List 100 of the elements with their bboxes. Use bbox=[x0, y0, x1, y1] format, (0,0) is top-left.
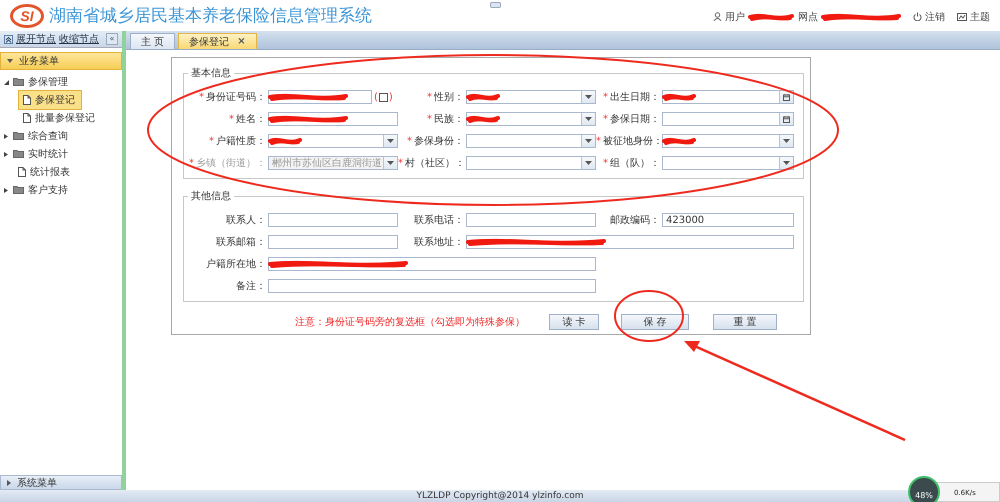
menu-label: 系统菜单 bbox=[17, 476, 57, 490]
required-mark: * bbox=[398, 158, 403, 169]
input-field[interactable]: 423000 bbox=[662, 213, 794, 227]
close-icon[interactable]: × bbox=[237, 36, 246, 47]
input-field[interactable] bbox=[268, 213, 398, 227]
user-icon bbox=[713, 12, 722, 21]
action-button[interactable]: 重 置 bbox=[713, 314, 777, 330]
field-label: 出生日期： bbox=[610, 92, 660, 103]
menu-section-header[interactable]: 业务菜单 bbox=[0, 52, 122, 70]
menu-item[interactable]: 统计报表 bbox=[13, 163, 76, 181]
menu-folder[interactable]: 客户支持 bbox=[28, 183, 68, 197]
collapse-handle[interactable] bbox=[490, 2, 501, 8]
field-label: 户籍所在地： bbox=[206, 259, 266, 270]
menu-folder[interactable]: 参保管理 bbox=[28, 75, 68, 89]
dropdown-arrow-icon[interactable] bbox=[783, 161, 790, 165]
collapse-button[interactable]: « bbox=[106, 33, 118, 45]
bracket-text: ) bbox=[388, 92, 393, 102]
dropdown-field[interactable] bbox=[662, 134, 794, 148]
site-label: 网点 bbox=[798, 10, 818, 24]
field-label: 参保日期： bbox=[610, 114, 660, 125]
date-field[interactable] bbox=[662, 112, 794, 126]
folder-icon bbox=[13, 185, 24, 195]
folder-icon bbox=[13, 149, 24, 159]
input-field[interactable] bbox=[268, 257, 596, 271]
dropdown-field[interactable] bbox=[466, 156, 596, 170]
action-button[interactable]: 读 卡 bbox=[549, 314, 599, 330]
collapsed-caret-icon[interactable] bbox=[4, 134, 9, 138]
tab[interactable]: 参保登记 × bbox=[178, 33, 257, 49]
caret-icon bbox=[7, 480, 11, 486]
folder-icon bbox=[13, 131, 24, 141]
field-label: 性别： bbox=[434, 92, 464, 103]
field-label: 邮政编码： bbox=[610, 215, 660, 226]
required-mark: * bbox=[603, 158, 608, 169]
user-label: 用户 bbox=[725, 10, 745, 24]
expanded-caret-icon[interactable] bbox=[4, 80, 9, 84]
dropdown-arrow-icon[interactable] bbox=[585, 95, 592, 99]
image-icon bbox=[957, 12, 967, 20]
dropdown-field[interactable] bbox=[466, 134, 596, 148]
page-icon bbox=[18, 167, 26, 177]
required-mark: * bbox=[603, 114, 608, 125]
required-mark: * bbox=[209, 136, 214, 147]
field-label: 联系邮箱： bbox=[216, 237, 266, 248]
menu-folder[interactable]: 实时统计 bbox=[28, 147, 68, 161]
action-button[interactable]: 保 存 bbox=[621, 314, 689, 330]
sidebar-link[interactable]: 收缩节点 bbox=[59, 32, 99, 46]
sidebar-link[interactable]: 展开节点 bbox=[16, 32, 56, 46]
input-field[interactable] bbox=[466, 235, 794, 249]
input-field[interactable] bbox=[268, 90, 372, 104]
collapsed-caret-icon[interactable] bbox=[4, 188, 9, 192]
menu-item[interactable]: 参保登记 bbox=[18, 90, 82, 110]
calendar-icon[interactable] bbox=[783, 94, 790, 100]
section-title: 其他信息 bbox=[190, 190, 232, 203]
app-title: 湖南省城乡居民基本养老保险信息管理系统 bbox=[49, 5, 372, 27]
menu-folder[interactable]: 综合查询 bbox=[28, 129, 68, 143]
dropdown-arrow-icon[interactable] bbox=[585, 161, 592, 165]
collapsed-caret-icon[interactable] bbox=[4, 152, 9, 156]
logo: SI bbox=[10, 4, 44, 28]
field-label: 被征地身份： bbox=[603, 136, 663, 147]
calendar-icon[interactable] bbox=[783, 116, 790, 122]
notice-text: 注意：身份证号码旁的复选框（勾选即为特殊参保） bbox=[295, 316, 525, 329]
input-field[interactable] bbox=[466, 213, 596, 227]
date-field[interactable] bbox=[662, 90, 794, 104]
checkbox[interactable] bbox=[378, 92, 388, 102]
field-label: 联系人： bbox=[226, 215, 266, 226]
field-label: 参保身份： bbox=[414, 136, 464, 147]
input-field[interactable] bbox=[268, 235, 398, 249]
required-mark: * bbox=[596, 136, 601, 147]
system-menu-bar[interactable]: 系统菜单 bbox=[0, 475, 122, 490]
required-mark: * bbox=[189, 158, 194, 169]
bracket-text: ( bbox=[374, 92, 378, 102]
annotation-ellipse bbox=[614, 290, 684, 342]
dropdown-arrow-icon[interactable] bbox=[585, 117, 592, 121]
dropdown-arrow-icon[interactable] bbox=[783, 139, 790, 143]
tab[interactable]: 主 页 bbox=[130, 33, 176, 49]
dropdown-arrow-icon[interactable] bbox=[585, 139, 592, 143]
page-icon bbox=[23, 113, 31, 123]
theme-link[interactable]: 主题 bbox=[970, 10, 990, 24]
page-icon bbox=[23, 95, 31, 105]
field-label: 乡镇（街道）： bbox=[196, 158, 266, 169]
required-mark: * bbox=[603, 92, 608, 103]
field-label: 姓名： bbox=[236, 114, 266, 125]
field-label: 备注： bbox=[236, 281, 266, 292]
input-field[interactable] bbox=[268, 279, 596, 293]
required-mark: * bbox=[427, 114, 432, 125]
dropdown-arrow-icon[interactable] bbox=[387, 139, 394, 143]
required-mark: * bbox=[199, 92, 204, 103]
menu-item[interactable]: 批量参保登记 bbox=[18, 109, 101, 127]
dropdown-field[interactable] bbox=[268, 134, 398, 148]
logout-link[interactable]: 注销 bbox=[925, 10, 945, 24]
field-label: 联系电话： bbox=[414, 215, 464, 226]
dropdown-field[interactable] bbox=[662, 156, 794, 170]
field-label: 身份证号码： bbox=[206, 92, 266, 103]
field-label: 组（队）： bbox=[610, 158, 660, 169]
required-mark: * bbox=[229, 114, 234, 125]
power-icon bbox=[913, 12, 922, 21]
input-field[interactable] bbox=[268, 112, 398, 126]
field-label: 户籍性质： bbox=[216, 136, 266, 147]
field-label: 联系地址： bbox=[414, 237, 464, 248]
dropdown-field[interactable] bbox=[466, 90, 596, 104]
dropdown-field[interactable] bbox=[466, 112, 596, 126]
